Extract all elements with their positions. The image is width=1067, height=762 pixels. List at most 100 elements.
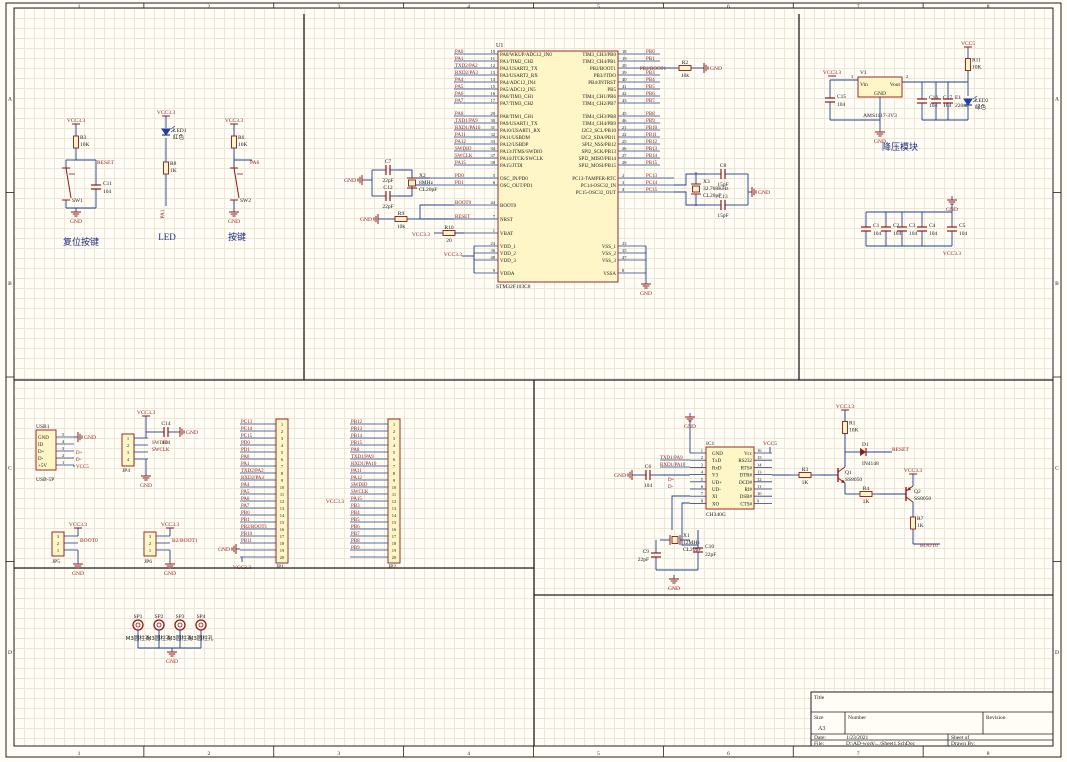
- row-marker: A: [8, 96, 12, 102]
- vcc33-port: VCC3.3: [444, 252, 462, 258]
- mcu-net-label: PB14: [646, 154, 658, 159]
- jp1-pin-number: 19: [280, 548, 285, 553]
- ch340-pin-number: 1: [701, 448, 703, 453]
- mcu-pin-number: 30: [491, 118, 496, 123]
- resistor-ref: R3: [802, 467, 809, 473]
- jp2-pin-number: 15: [392, 520, 397, 525]
- jp4-ref: JP4: [122, 468, 130, 474]
- mcu-pin-number: 45: [622, 111, 627, 116]
- jp1-pin-number: 11: [280, 492, 284, 497]
- resistor-ref: R4: [863, 486, 870, 492]
- usb-pin-name: +5V: [38, 464, 47, 469]
- schematic-sheet: 1 1 2 2 3 3 4 4 5 5 6 6 7 7 8 8 A A B B C C D D U1 STM32F103C8 PA0…: [0, 0, 1067, 762]
- net-label: PA1: [160, 209, 166, 219]
- resistor-value: 10K: [972, 65, 982, 71]
- mcu-pin-name: PA12/USBDP: [500, 143, 529, 148]
- diode-icon: [860, 448, 866, 456]
- jp4-pin-number: 2: [127, 443, 129, 448]
- jp4-pin-number: 1: [127, 436, 129, 441]
- ch340-pin-number: 3: [701, 462, 704, 467]
- mcu-net-label: PA12: [455, 140, 466, 145]
- mcu-pin-name: PA7/TIM3_CH2: [500, 102, 534, 107]
- capacitor-value: 104: [837, 102, 846, 108]
- capacitor-value: 22pF: [382, 178, 393, 184]
- gnd-symbol: GND: [614, 473, 626, 479]
- usb-pin-number: 4: [62, 439, 65, 444]
- mcu-pin-name: VBAT: [500, 232, 513, 237]
- mcu-pin-number: 37: [491, 153, 496, 158]
- transistor-ref: Q1: [845, 470, 852, 476]
- mcu-net-label: RXD2/PA3: [455, 71, 478, 76]
- jp1-pin-number: 1: [281, 422, 283, 427]
- capacitor-value: 22pF: [705, 552, 716, 558]
- column-marker: 4: [467, 4, 470, 10]
- mcu-net-label: PB4: [646, 78, 655, 83]
- jp5-pin-number: 2: [57, 541, 59, 546]
- mcu-pin-number: 4: [622, 187, 625, 192]
- capacitor-value: 104: [909, 231, 918, 237]
- ch340-pin-number: 9: [757, 498, 760, 503]
- jp1-net-label: PA0: [241, 455, 250, 460]
- mcu-pin-name: PA2/USART2_TX: [500, 67, 538, 72]
- jp1-net-label: PD1: [241, 448, 250, 453]
- resistor-body: [442, 230, 456, 236]
- jp1-net-label: RXD2/PA3: [241, 476, 264, 481]
- net-label: D-: [668, 485, 674, 490]
- jp2-net-label: PB4: [351, 511, 360, 516]
- mcu-pin-name: PC14-OSC32_IN: [581, 184, 617, 189]
- resistor-value: 10K: [238, 142, 248, 148]
- jp2-net-label: PB14: [351, 434, 363, 439]
- led-ref: LED2: [975, 98, 989, 104]
- capacitor-ref: C9: [643, 549, 650, 555]
- jp2-pin-number: 17: [392, 534, 397, 539]
- usb-pin-name: D-: [38, 457, 44, 462]
- ch340-pin-name: RxD: [712, 466, 722, 471]
- ch340-pin-name: RI#: [745, 488, 753, 493]
- switch-ref: SW2: [240, 198, 251, 204]
- revision-label: Revision: [986, 715, 1006, 721]
- capacitor-ref: C6: [645, 464, 652, 470]
- mcu-pin-name: TIM4_CH3/PB8: [582, 115, 616, 120]
- ch340-pin-name: DTR#: [740, 474, 753, 479]
- crystal-ref: X1: [683, 533, 690, 539]
- resistor-value: 20: [446, 238, 452, 244]
- row-marker: B: [8, 281, 12, 287]
- jp2-pin-number: 12: [392, 499, 397, 504]
- column-marker: 1: [78, 751, 81, 757]
- capacitor-ref: C15: [837, 94, 846, 100]
- mcu-net-label: PA8: [455, 112, 464, 117]
- jp2-net-label: PB3: [351, 504, 360, 509]
- regulator-pin-vout: Vout: [890, 82, 901, 88]
- mcu-pin-name: PA9/USART1_TX: [500, 122, 538, 127]
- capacitor-ref: C8: [720, 163, 727, 169]
- jp1-net-label: PA4: [241, 483, 250, 488]
- mounting-hole-icon: [174, 619, 186, 631]
- mcu-pin-number: 11: [491, 56, 495, 61]
- resistor-body: [842, 421, 848, 434]
- mcu-net-label: PA11: [455, 133, 466, 138]
- mcu-pin-name: PB4/JNTRST: [588, 81, 616, 86]
- sheet-label: Sheet of: [951, 734, 969, 741]
- jp1-net-label: PA6: [241, 497, 250, 502]
- usb-part: USB-5P: [36, 477, 54, 483]
- ch340-pin-name: DSR#: [740, 495, 753, 500]
- net-label: SWCLK: [152, 448, 170, 453]
- vcc5-port: VCC5: [961, 41, 975, 47]
- mcu-net-label: PA5: [455, 85, 464, 90]
- resistor-body: [798, 472, 812, 478]
- mcu-net-label: PB7: [646, 99, 655, 104]
- jp2-net-label: PB6: [351, 525, 360, 530]
- jp2-pin-number: 11: [392, 492, 396, 497]
- mcu-pin-number: 35: [622, 248, 627, 253]
- vcc5-port: VCC5: [763, 441, 777, 447]
- mcu-pin-number: 33: [491, 139, 496, 144]
- jp2-pin-number: 18: [392, 541, 397, 546]
- vcc33-port: VCC3.3: [67, 118, 85, 124]
- mcu-pin-number: 31: [491, 125, 496, 130]
- resistor-ref: R9: [398, 211, 405, 217]
- mcu-pin-name: SPI2_MISO/PB14: [579, 157, 617, 162]
- resistor-body: [73, 135, 79, 149]
- column-marker: 5: [597, 4, 600, 10]
- jp2-pin-number: 13: [392, 506, 397, 511]
- usb-net-label: D+: [76, 451, 83, 456]
